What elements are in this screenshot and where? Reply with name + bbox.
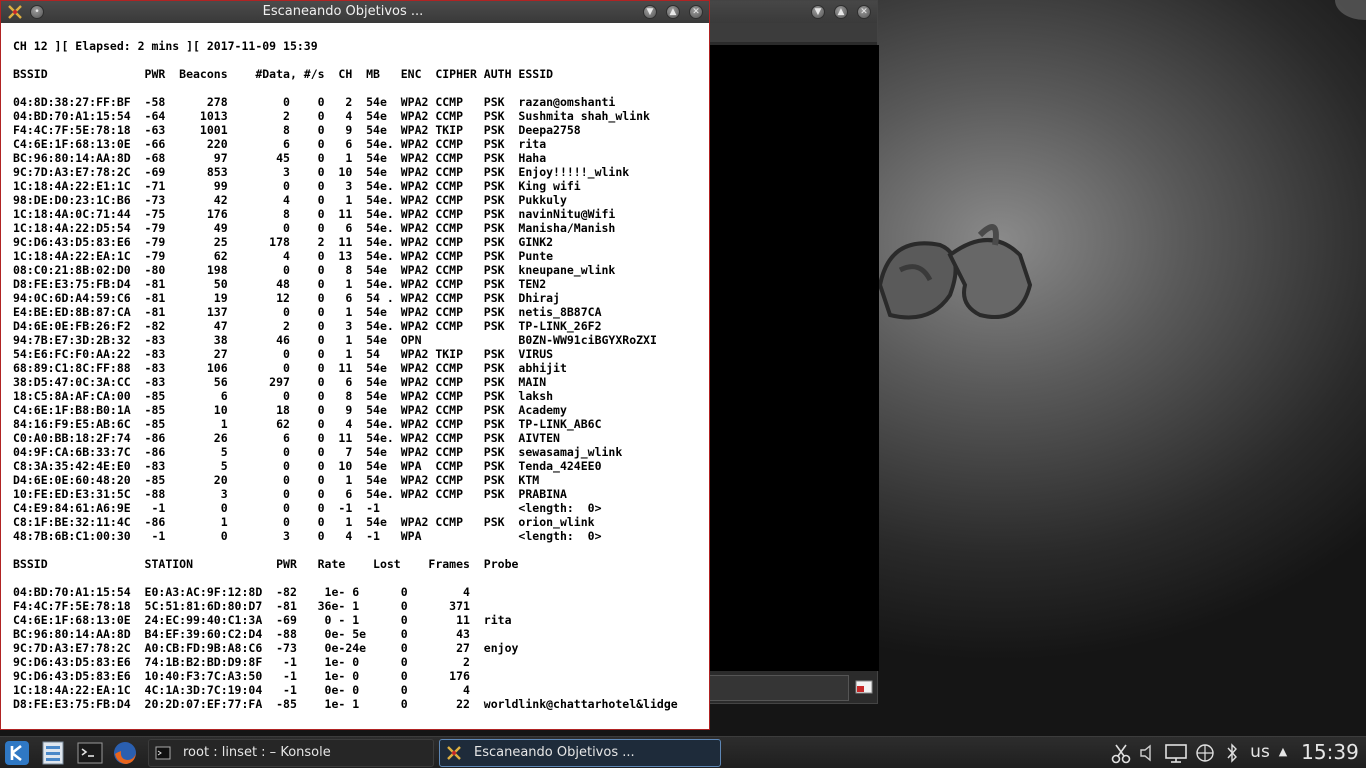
terminal-line: BSSID PWR Beacons #Data, #/s CH MB ENC C… <box>13 67 554 81</box>
terminal-line: BC:96:80:14:AA:8D -68 97 45 0 1 54e WPA2… <box>13 151 547 165</box>
terminal-line: 84:16:F9:E5:AB:6C -85 1 62 0 4 54e. WPA2… <box>13 417 602 431</box>
terminal-line: C0:A0:BB:18:2F:74 -86 26 6 0 11 54e. WPA… <box>13 431 560 445</box>
terminal-line: 68:89:C1:8C:FF:88 -83 106 0 0 11 54e WPA… <box>13 361 567 375</box>
task-label: root : linset : – Konsole <box>183 745 331 760</box>
terminal-line: 1C:18:4A:22:E1:1C -71 99 0 0 3 54e. WPA2… <box>13 179 581 193</box>
terminal-line: 08:C0:21:8B:02:D0 -80 198 0 0 8 54e WPA2… <box>13 263 616 277</box>
app-icon <box>447 746 461 760</box>
display-icon[interactable] <box>1164 737 1188 768</box>
terminal-line: D4:6E:0E:FB:26:F2 -82 47 2 0 3 54e. WPA2… <box>13 319 602 333</box>
terminal-line: 9C:D6:43:D5:83:E6 -79 25 178 2 11 54e. W… <box>13 235 554 249</box>
terminal-line: BC:96:80:14:AA:8D B4:EF:39:60:C2:D4 -88 … <box>13 627 470 641</box>
terminal-line: 9C:7D:A3:E7:78:2C A0:CB:FD:9B:A8:C6 -73 … <box>13 641 519 655</box>
scissors-icon[interactable] <box>1110 737 1132 768</box>
konsole-input-bar[interactable] <box>709 675 849 701</box>
terminal-line: C4:6E:1F:B8:B0:1A -85 10 18 0 9 54e WPA2… <box>13 403 567 417</box>
window-title: Escaneando Objetivos ... <box>262 4 424 19</box>
terminal-line: 54:E6:FC:F0:AA:22 -83 27 0 0 1 54 WPA2 T… <box>13 347 554 361</box>
network-icon[interactable] <box>1194 737 1216 768</box>
terminal-line: 94:0C:6D:A4:59:C6 -81 19 12 0 6 54 . WPA… <box>13 291 560 305</box>
terminal-output[interactable]: CH 12 ][ Elapsed: 2 mins ][ 2017-11-09 1… <box>13 39 678 711</box>
close-icon[interactable]: ✕ <box>857 5 871 19</box>
kde-menu-icon[interactable] <box>4 740 30 766</box>
maximize-icon[interactable]: ▲ <box>666 5 680 19</box>
terminal-line: C4:E9:84:61:A6:9E -1 0 0 0 -1 -1 <length… <box>13 501 602 515</box>
terminal-line: 18:C5:8A:AF:CA:00 -85 6 0 0 8 54e WPA2 C… <box>13 389 554 403</box>
terminal-line: E4:BE:ED:8B:87:CA -81 137 0 0 1 54e WPA2… <box>13 305 602 319</box>
clock[interactable]: 15:39 <box>1296 737 1364 768</box>
terminal-line: F4:4C:7F:5E:78:18 5C:51:81:6D:80:D7 -81 … <box>13 599 470 613</box>
close-icon[interactable]: ✕ <box>689 5 703 19</box>
wallpaper-logo <box>877 224 1033 320</box>
terminal-line: C4:6E:1F:68:13:0E -66 220 6 0 6 54e. WPA… <box>13 137 547 151</box>
task-scan-window[interactable]: Escaneando Objetivos ... <box>439 739 721 767</box>
terminal-line: 9C:D6:43:D5:83:E6 74:1B:B2:BD:D9:8F -1 1… <box>13 655 470 669</box>
terminal-line: 1C:18:4A:0C:71:44 -75 176 8 0 11 54e. WP… <box>13 207 616 221</box>
scan-window-titlebar[interactable]: • Escaneando Objetivos ... ▼ ▲ ✕ <box>1 1 709 23</box>
keyboard-layout[interactable]: us <box>1246 737 1274 768</box>
scan-window[interactable]: • Escaneando Objetivos ... ▼ ▲ ✕ CH 12 ]… <box>0 0 710 730</box>
terminal-line: 10:FE:ED:E3:31:5C -88 3 0 0 6 54e. WPA2 … <box>13 487 567 501</box>
desktop-decoration <box>1335 0 1366 20</box>
terminal-line: C8:1F:BE:32:11:4C -86 1 0 0 1 54e WPA2 C… <box>13 515 595 529</box>
terminal-line: 1C:18:4A:22:EA:1C 4C:1A:3D:7C:19:04 -1 0… <box>13 683 470 697</box>
terminal-line: CH 12 ][ Elapsed: 2 mins ][ 2017-11-09 1… <box>13 39 318 53</box>
terminal-icon <box>155 746 171 760</box>
terminal-line: 98:DE:D0:23:1C:B6 -73 42 4 0 1 54e. WPA2… <box>13 193 567 207</box>
terminal-line: 38:D5:47:0C:3A:CC -83 56 297 0 6 54e WPA… <box>13 375 547 389</box>
terminal-line: 9C:7D:A3:E7:78:2C -69 853 3 0 10 54e WPA… <box>13 165 630 179</box>
terminal-line: D8:FE:E3:75:FB:D4 20:2D:07:EF:77:FA -85 … <box>13 697 678 711</box>
file-manager-icon[interactable] <box>40 740 66 766</box>
bluetooth-icon[interactable] <box>1224 737 1240 768</box>
terminal-line: 48:7B:6B:C1:00:30 -1 0 3 0 4 -1 WPA <len… <box>13 529 602 543</box>
konsole-terminal[interactable] <box>709 45 879 671</box>
terminal-line: 1C:18:4A:22:EA:1C -79 62 4 0 13 54e. WPA… <box>13 249 554 263</box>
terminal-line: 04:9F:CA:6B:33:7C -86 5 0 0 7 54e WPA2 C… <box>13 445 623 459</box>
stop-icon[interactable] <box>853 677 875 697</box>
volume-icon[interactable] <box>1138 737 1156 768</box>
konsole-window[interactable]: ▼ ▲ ✕ <box>700 0 879 704</box>
terminal-line: C8:3A:35:42:4E:E0 -83 5 0 0 10 54e WPA C… <box>13 459 602 473</box>
terminal-line: 04:8D:38:27:FF:BF -58 278 0 0 2 54e WPA2… <box>13 95 616 109</box>
taskbar: root : linset : – Konsole Escaneando Obj… <box>0 736 1366 768</box>
terminal-line: BSSID STATION PWR Rate Lost Frames Probe <box>13 557 519 571</box>
terminal-line: 04:BD:70:A1:15:54 -64 1013 2 0 4 54e WPA… <box>13 109 650 123</box>
terminal-line: 04:BD:70:A1:15:54 E0:A3:AC:9F:12:8D -82 … <box>13 585 470 599</box>
task-konsole[interactable]: root : linset : – Konsole <box>148 739 434 767</box>
terminal-line: 9C:D6:43:D5:83:E6 10:40:F3:7C:A3:50 -1 1… <box>13 669 470 683</box>
terminal-line: 1C:18:4A:22:D5:54 -79 49 0 0 6 54e. WPA2… <box>13 221 616 235</box>
minimize-icon[interactable]: ▼ <box>643 5 657 19</box>
maximize-icon[interactable]: ▲ <box>834 5 848 19</box>
tray-expand-icon[interactable]: ▲ <box>1276 737 1290 768</box>
terminal-line: 94:7B:E7:3D:2B:32 -83 38 46 0 1 54e OPN … <box>13 333 657 347</box>
konsole-titlebar[interactable]: ▼ ▲ ✕ <box>701 1 877 23</box>
terminal-icon[interactable] <box>77 740 103 766</box>
terminal-line: C4:6E:1F:68:13:0E 24:EC:99:40:C1:3A -69 … <box>13 613 512 627</box>
terminal-line: D4:6E:0E:60:48:20 -85 20 0 0 1 54e WPA2 … <box>13 473 540 487</box>
terminal-line: D8:FE:E3:75:FB:D4 -81 50 48 0 1 54e. WPA… <box>13 277 547 291</box>
minimize-icon[interactable]: ▼ <box>811 5 825 19</box>
firefox-icon[interactable] <box>112 740 138 766</box>
task-label: Escaneando Objetivos ... <box>474 745 635 760</box>
konsole-menubar <box>701 23 877 43</box>
terminal-line: F4:4C:7F:5E:78:18 -63 1001 8 0 9 54e WPA… <box>13 123 581 137</box>
